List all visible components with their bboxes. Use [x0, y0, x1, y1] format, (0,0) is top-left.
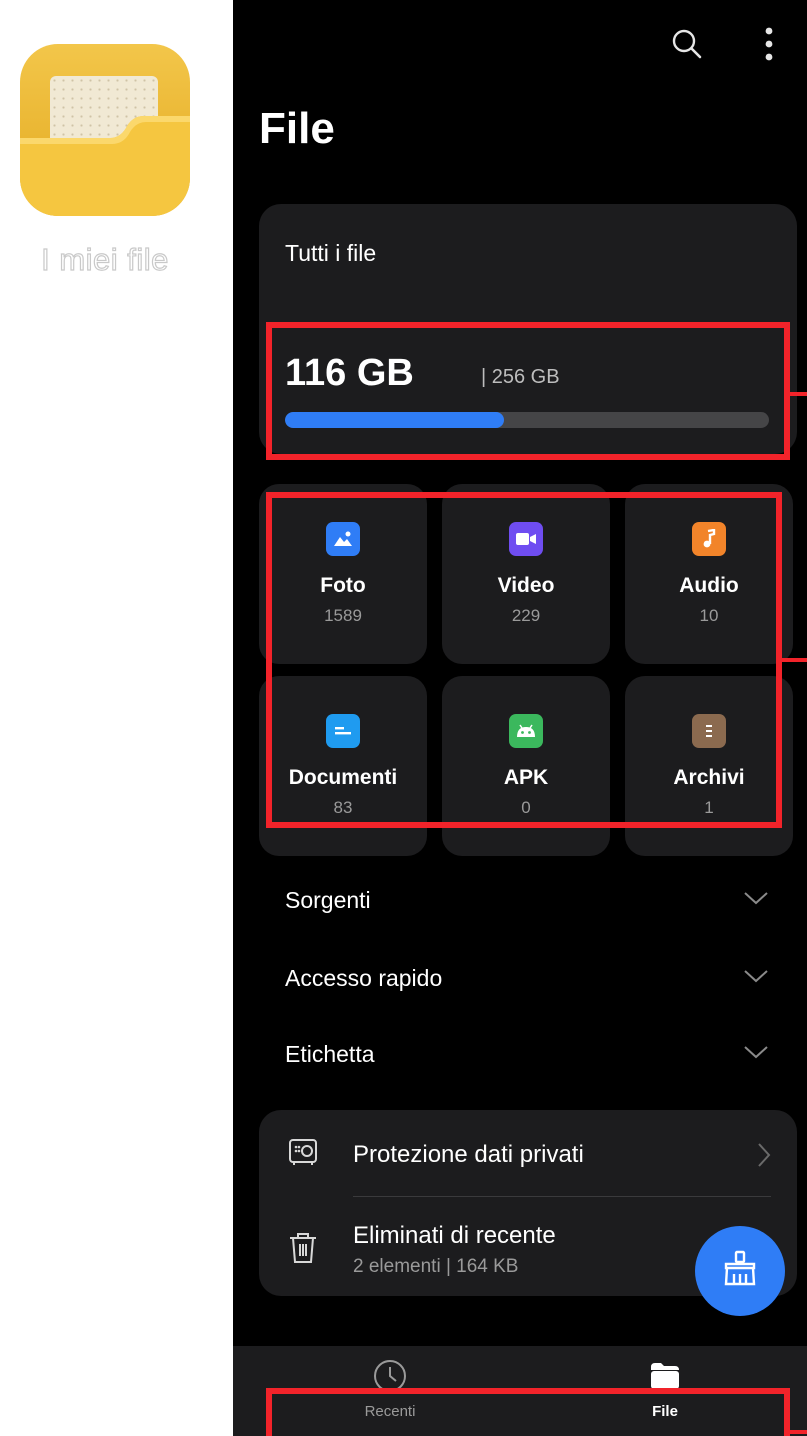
- section-label: Etichetta: [285, 1040, 375, 1067]
- annotation-box-navbar: [266, 1388, 790, 1436]
- section-label: Sorgenti: [285, 886, 371, 913]
- chevron-down-icon: [743, 1045, 769, 1064]
- more-vertical-icon[interactable]: [749, 24, 789, 64]
- top-actions: [667, 24, 789, 64]
- annotation-pointer: [782, 658, 807, 662]
- section-etichetta[interactable]: Etichetta: [285, 1024, 769, 1084]
- annotation-pointer: [790, 392, 807, 396]
- chevron-down-icon: [743, 891, 769, 910]
- annotation-box-storage: [266, 322, 790, 460]
- page-title: File: [259, 104, 335, 153]
- broom-icon: [722, 1250, 758, 1293]
- search-icon[interactable]: [667, 24, 707, 64]
- trash-icon: [287, 1231, 319, 1270]
- recently-deleted-details: 2 elementi | 164 KB: [353, 1256, 519, 1277]
- divider: [353, 1196, 771, 1197]
- chevron-right-icon: [757, 1142, 771, 1173]
- section-label: Accesso rapido: [285, 964, 443, 991]
- app-label: I miei file: [40, 241, 169, 277]
- safe-icon: [287, 1136, 319, 1173]
- chevron-down-icon: [743, 969, 769, 988]
- recently-deleted-item[interactable]: Eliminati di recente 2 elementi | 164 KB: [287, 1222, 556, 1278]
- all-files-label: Tutti i file: [285, 240, 377, 266]
- private-protection-label: Protezione dati privati: [353, 1140, 584, 1168]
- folder-pocket-graphic: [20, 116, 190, 216]
- recently-deleted-label: Eliminati di recente: [353, 1222, 556, 1249]
- annotation-pointer: [790, 1430, 807, 1434]
- section-accesso-rapido[interactable]: Accesso rapido: [285, 948, 769, 1008]
- private-protection-item[interactable]: Protezione dati privati: [287, 1136, 584, 1173]
- annotation-box-categories: [266, 492, 782, 828]
- cleanup-button[interactable]: [695, 1226, 785, 1316]
- files-app-icon[interactable]: [20, 44, 190, 216]
- section-sorgenti[interactable]: Sorgenti: [285, 870, 769, 930]
